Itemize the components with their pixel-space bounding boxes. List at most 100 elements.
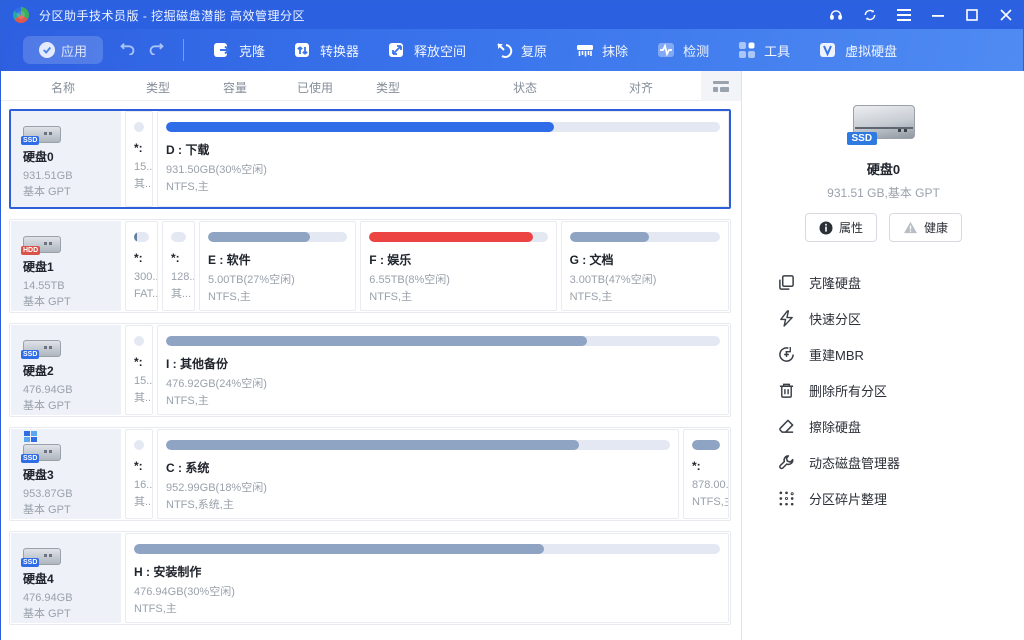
converter-button[interactable]: 转换器: [279, 29, 373, 71]
disk3-info: SSD 硬盘3 953.87GB 基本 GPT: [11, 429, 121, 519]
disk-row-1[interactable]: HDD 硬盘1 14.55TB 基本 GPT *: 300... FAT... …: [9, 219, 731, 313]
virtual-disk-label: 虚拟硬盘: [845, 41, 897, 60]
detail-sidebar: SSD 硬盘0 931.51 GB,基本 GPT 属性 健康 克隆硬盘 快速分区…: [741, 71, 1024, 640]
col-type2: 类型: [376, 79, 400, 96]
selected-disk-image: SSD: [847, 101, 921, 147]
col-status: 状态: [513, 79, 537, 96]
view-mode-icon[interactable]: [701, 71, 741, 101]
support-headset-icon[interactable]: [819, 1, 853, 29]
virtual-disk-icon: [818, 40, 838, 60]
hdd-drive-icon: HDD: [23, 231, 69, 255]
partition-cell-i[interactable]: I : 其他备份 476.92GB(24%空闲) NTFS,主: [157, 325, 729, 415]
partition-cell[interactable]: *: 15.... 其...: [125, 111, 153, 207]
partition-cell-h[interactable]: H : 安装制作 476.94GB(30%空闲) NTFS,主: [125, 533, 729, 623]
lightning-icon: [778, 310, 795, 327]
health-button[interactable]: 健康: [889, 213, 962, 242]
partition-cell-g[interactable]: G : 文档 3.00TB(47%空闲) NTFS,主: [561, 221, 729, 311]
toolbar-separator: [183, 39, 184, 61]
minimize-button[interactable]: [921, 1, 955, 29]
system-ssd-drive-icon: SSD: [23, 439, 69, 463]
clone-label: 克隆: [239, 41, 265, 60]
defrag-dots-icon: [778, 490, 795, 507]
action-rebuild-mbr[interactable]: 重建MBR: [778, 336, 1024, 372]
disk-row-4[interactable]: SSD 硬盘4 476.94GB 基本 GPT H : 安装制作 476.94G…: [9, 531, 731, 625]
converter-icon: [293, 40, 313, 60]
action-delete-all-partitions[interactable]: 删除所有分区: [778, 372, 1024, 408]
action-clone-disk[interactable]: 克隆硬盘: [778, 264, 1024, 300]
menu-icon[interactable]: [887, 1, 921, 29]
clone-icon: [212, 40, 232, 60]
partition-cell-c[interactable]: C : 系统 952.99GB(18%空闲) NTFS,系统,主: [157, 429, 679, 519]
window-title: 分区助手技术员版 - 挖掘磁盘潜能 高效管理分区: [39, 7, 305, 24]
col-type1: 类型: [146, 79, 170, 96]
action-dynamic-disk-manager[interactable]: 动态磁盘管理器: [778, 444, 1024, 480]
properties-button[interactable]: 属性: [805, 213, 877, 242]
disk-row-3[interactable]: SSD 硬盘3 953.87GB 基本 GPT *: 16.... 其... C…: [9, 427, 731, 521]
action-wipe-disk[interactable]: 擦除硬盘: [778, 408, 1024, 444]
detect-button[interactable]: 检测: [642, 29, 723, 71]
disk-row-0[interactable]: SSD 硬盘0 931.51GB 基本 GPT *: 15.... 其... D…: [9, 109, 731, 209]
undo-icon[interactable]: [119, 41, 136, 59]
col-align: 对齐: [629, 79, 653, 96]
ssd-drive-icon: SSD: [23, 543, 69, 567]
info-icon: [819, 221, 833, 235]
column-header: 名称 类型 容量 已使用 类型 状态 对齐: [1, 71, 741, 101]
disk4-info: SSD 硬盘4 476.94GB 基本 GPT: [11, 533, 121, 623]
virtual-disk-button[interactable]: 虚拟硬盘: [804, 29, 911, 71]
action-quick-partition[interactable]: 快速分区: [778, 300, 1024, 336]
eraser-icon: [778, 418, 795, 435]
detect-icon: [656, 40, 676, 60]
selected-disk-info: 931.51 GB,基本 GPT: [742, 184, 1024, 201]
apply-button[interactable]: 应用: [23, 36, 103, 64]
tools-label: 工具: [764, 41, 790, 60]
erase-button[interactable]: 抹除: [561, 29, 642, 71]
action-defragment[interactable]: 分区碎片整理: [778, 480, 1024, 516]
titlebar: 分区助手技术员版 - 挖掘磁盘潜能 高效管理分区: [1, 1, 1023, 29]
partition-cell[interactable]: *: 16.... 其...: [125, 429, 153, 519]
wrench-icon: [778, 454, 795, 471]
restore-button[interactable]: 复原: [480, 29, 561, 71]
clone-button[interactable]: 克隆: [198, 29, 279, 71]
check-icon: [39, 42, 55, 58]
erase-icon: [575, 40, 595, 60]
partition-cell-d[interactable]: D : 下载 931.50GB(30%空闲) NTFS,主: [157, 111, 729, 207]
windows-logo-icon: [24, 431, 37, 442]
partition-cell[interactable]: *: 128... 其...: [162, 221, 195, 311]
apply-label: 应用: [61, 41, 87, 60]
maximize-button[interactable]: [955, 1, 989, 29]
converter-label: 转换器: [320, 41, 359, 60]
detect-label: 检测: [683, 41, 709, 60]
trash-icon: [778, 382, 795, 399]
disk0-info: SSD 硬盘0 931.51GB 基本 GPT: [11, 111, 121, 207]
partition-cell[interactable]: *: 300... FAT...: [125, 221, 158, 311]
tools-grid-icon: [737, 40, 757, 60]
col-used: 已使用: [297, 79, 333, 96]
col-name: 名称: [51, 79, 75, 96]
app-logo-icon: [13, 7, 29, 23]
redo-icon[interactable]: [148, 41, 165, 59]
toolbar: 应用 克隆 转换器 释放空间 复原 抹除: [1, 29, 1023, 71]
tools-button[interactable]: 工具: [723, 29, 804, 71]
ssd-drive-icon: SSD: [23, 335, 69, 359]
refresh-icon[interactable]: [853, 1, 887, 29]
free-space-button[interactable]: 释放空间: [373, 29, 480, 71]
disk-row-2[interactable]: SSD 硬盘2 476.94GB 基本 GPT *: 15.... 其... I…: [9, 323, 731, 417]
free-space-label: 释放空间: [414, 41, 466, 60]
partition-cell[interactable]: *: 878.00... NTFS,主: [683, 429, 729, 519]
partition-cell[interactable]: *: 15.... 其...: [125, 325, 153, 415]
disk-list: SSD 硬盘0 931.51GB 基本 GPT *: 15.... 其... D…: [1, 101, 741, 640]
warning-triangle-icon: [903, 221, 918, 234]
col-capacity: 容量: [223, 79, 247, 96]
restore-icon: [494, 40, 514, 60]
erase-label: 抹除: [602, 41, 628, 60]
disk1-info: HDD 硬盘1 14.55TB 基本 GPT: [11, 221, 121, 311]
partition-cell-e[interactable]: E : 软件 5.00TB(27%空闲) NTFS,主: [199, 221, 356, 311]
restore-label: 复原: [521, 41, 547, 60]
close-button[interactable]: [989, 1, 1023, 29]
rebuild-mbr-icon: [778, 346, 795, 363]
free-space-icon: [387, 40, 407, 60]
clone-disk-icon: [778, 274, 795, 291]
selected-disk-name: 硬盘0: [742, 159, 1024, 178]
partition-cell-f[interactable]: F : 娱乐 6.55TB(8%空闲) NTFS,主: [360, 221, 556, 311]
ssd-drive-icon: SSD: [23, 121, 69, 145]
